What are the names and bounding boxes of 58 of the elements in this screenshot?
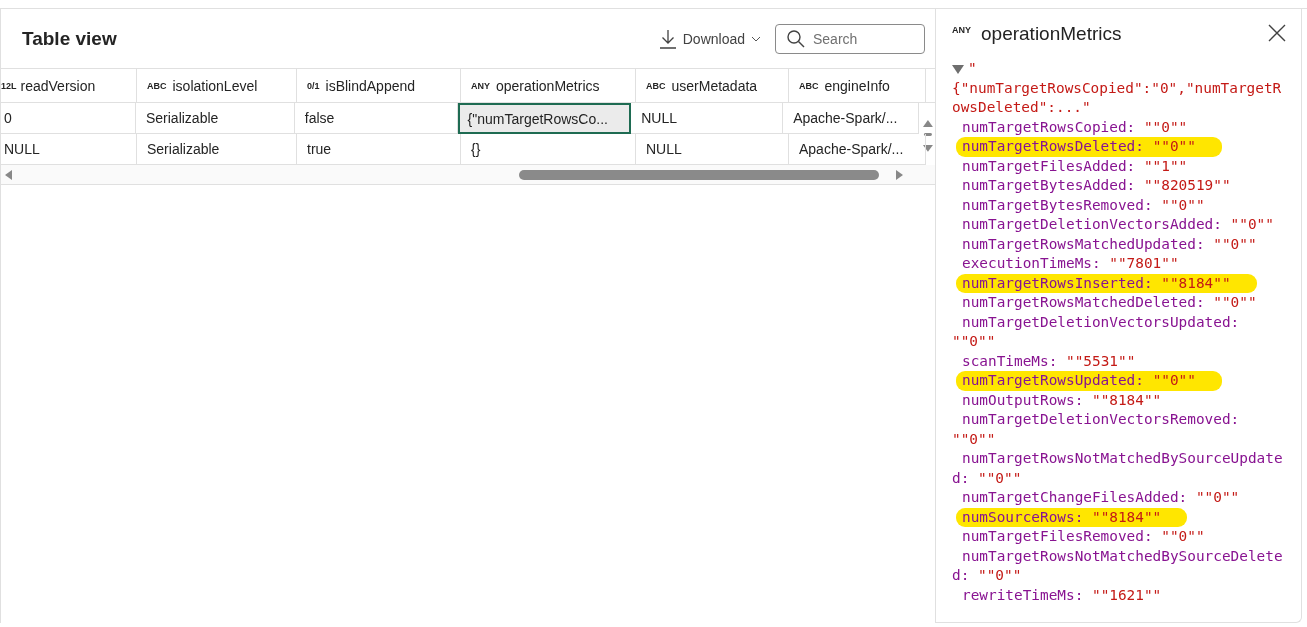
caret-down-icon[interactable]: [952, 63, 964, 74]
json-entry: numTargetRowsNotMatchedBySourceUpdated: ""0"": [952, 449, 1284, 488]
highlighted-json-entry: numSourceRows: ""8184"": [956, 507, 1188, 527]
json-entry: rewriteTimeMs: ""1621"": [961, 585, 1162, 605]
json-summary: {"numTargetRowsCopied":"0","numTargetRowsDeleted":...": [952, 78, 1283, 117]
type-label: ABC: [646, 80, 666, 91]
table-cell[interactable]: false: [294, 103, 458, 134]
table-view-title: Table view: [22, 27, 118, 50]
close-icon: [1268, 24, 1286, 42]
search-field[interactable]: Search: [775, 23, 925, 54]
highlighted-json-entry: numTargetRowsInserted: ""8184"": [956, 273, 1257, 293]
json-entry: executionTimeMs: ""7801"": [961, 254, 1179, 273]
json-entry: numTargetFilesRemoved: ""0"": [961, 527, 1205, 546]
json-entry: numTargetRowsNotMatchedBySourceDeleted: ""0"": [952, 546, 1284, 585]
type-label: ANY: [471, 80, 490, 91]
json-entry: numTargetDeletionVectorsAdded: ""0"": [961, 215, 1274, 234]
highlighted-json-entry: numTargetRowsUpdated: ""0"": [956, 371, 1222, 391]
column-name: readVersion: [20, 77, 96, 94]
json-entry: numTargetChangeFilesAdded: ""0"": [961, 488, 1240, 507]
table-cell[interactable]: Serializable: [135, 103, 295, 134]
json-entry: numTargetBytesRemoved: ""0"": [961, 195, 1205, 215]
close-button[interactable]: [1267, 24, 1287, 44]
download-icon: [658, 28, 677, 49]
table-cell[interactable]: {"numTargetRowsCo...: [457, 103, 632, 134]
table-cell[interactable]: 0: [1, 103, 136, 134]
type-label: 0/1: [307, 80, 320, 91]
json-entry: numOutputRows: ""8184"": [961, 390, 1162, 410]
column-header[interactable]: 0/1 isBlindAppend: [297, 69, 461, 102]
json-entry: numTargetDeletionVectorsRemoved: ""0"": [952, 410, 1241, 449]
type-label: ANY: [952, 25, 971, 35]
highlighted-json-entry: numTargetRowsDeleted: ""0"": [956, 137, 1222, 157]
column-name: isolationLevel: [172, 77, 258, 94]
panel-title: operationMetrics: [981, 23, 1123, 45]
column-header[interactable]: ABC userMetadata: [636, 69, 789, 102]
type-label: ABC: [147, 80, 167, 91]
download-button[interactable]: Download: [652, 24, 767, 53]
json-entry: numTargetRowsCopied: ""0"": [961, 117, 1188, 137]
json-entry: numTargetFilesAdded: ""1"": [961, 156, 1188, 176]
column-header[interactable]: ANY operationMetrics: [461, 69, 636, 102]
json-quote: ": [968, 59, 977, 78]
column-header[interactable]: 12L readVersion: [1, 69, 137, 102]
column-name: engineInfo: [824, 77, 890, 94]
table-cell[interactable]: Apache-Spark/...: [783, 103, 920, 134]
json-entry: numTargetRowsMatchedDeleted: ""0"": [961, 293, 1257, 312]
column-name: operationMetrics: [496, 77, 600, 94]
json-entry: scanTimeMs: ""5531"": [961, 351, 1136, 371]
table-cell[interactable]: NULL: [631, 103, 784, 134]
json-entry: numTargetRowsMatchedUpdated: ""0"": [961, 234, 1257, 254]
json-entry: numTargetDeletionVectorsUpdated: ""0"": [952, 312, 1241, 351]
search-icon: [787, 29, 805, 48]
column-name: userMetadata: [671, 77, 758, 94]
column-name: isBlindAppend: [325, 77, 416, 94]
type-label: 12L: [1, 80, 17, 91]
type-label: ABC: [799, 80, 819, 91]
column-header[interactable]: ABC engineInfo: [789, 69, 926, 102]
column-header[interactable]: ABC isolationLevel: [137, 69, 297, 102]
json-entry: numTargetBytesAdded: ""820519"": [961, 176, 1231, 195]
chevron-down-icon: [751, 35, 761, 42]
